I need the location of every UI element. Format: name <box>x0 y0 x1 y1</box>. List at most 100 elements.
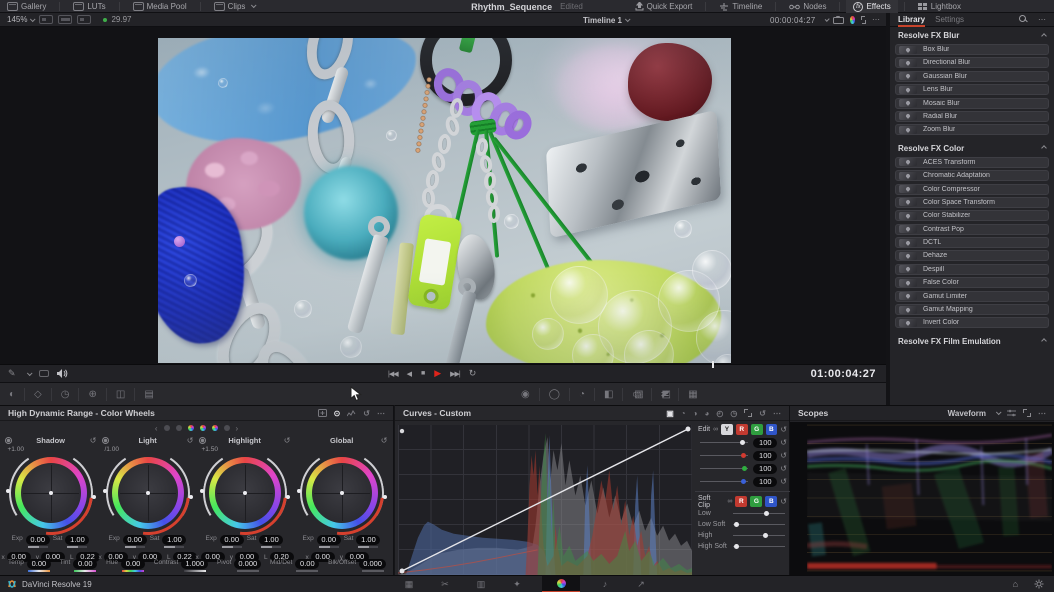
effect-item[interactable]: Color Space Transform <box>895 197 1049 208</box>
adjustment-value[interactable]: 0.00 <box>27 559 51 569</box>
effect-item[interactable]: Mosaic Blur <box>895 98 1049 109</box>
color-wheel-control[interactable] <box>205 453 285 533</box>
color-wheel-control[interactable] <box>108 453 188 533</box>
shape-tool-icon[interactable]: ◯ <box>549 389 560 400</box>
expand-icon[interactable] <box>861 16 866 24</box>
adjustment-value[interactable]: 0.000 <box>234 559 261 569</box>
effect-item[interactable]: Color Stabilizer <box>895 210 1049 221</box>
magnify-tool-icon[interactable]: ⊕ <box>88 389 96 400</box>
reset-icon[interactable]: ↺ <box>759 409 766 418</box>
wheel-disc[interactable] <box>21 463 81 523</box>
effect-item[interactable]: Dehaze <box>895 250 1049 261</box>
zone-icon[interactable] <box>102 437 109 444</box>
effects-button[interactable]: fx Effects <box>846 0 897 13</box>
arc-handle[interactable] <box>6 489 10 493</box>
g-gain-value[interactable]: 100 <box>753 464 777 474</box>
target-icon[interactable]: ⊙ <box>334 409 341 418</box>
arc-handle[interactable] <box>297 489 301 493</box>
low-soft-slider[interactable] <box>733 524 785 525</box>
softclip-r-button[interactable]: R <box>735 496 747 507</box>
arc-handle[interactable] <box>383 495 387 499</box>
pager-dot-active[interactable] <box>212 425 218 431</box>
wheel-reset-icon[interactable]: ↺ <box>187 436 194 445</box>
ab-compare-icon[interactable]: ◫ <box>116 389 125 400</box>
library-more-icon[interactable]: ⋯ <box>1038 16 1046 24</box>
picker-pen-icon[interactable]: ✎ <box>8 369 16 378</box>
pager-dot-active[interactable] <box>200 425 206 431</box>
playhead-marker[interactable] <box>712 361 714 368</box>
pager-next-icon[interactable]: › <box>236 424 239 433</box>
wheel-center-dot[interactable] <box>49 491 53 495</box>
adjustment-value[interactable]: 0.000 <box>359 559 386 569</box>
effect-item[interactable]: Gaussian Blur <box>895 71 1049 82</box>
page-fusion-icon[interactable]: ✦ <box>506 579 528 590</box>
wheel-center-dot[interactable] <box>146 491 150 495</box>
page-cut-icon[interactable]: ✂ <box>434 579 456 590</box>
curve-sat-vs-sat-icon[interactable]: ◷ <box>730 409 737 418</box>
stop-button[interactable]: ■ <box>421 370 425 377</box>
effect-item[interactable]: False Color <box>895 277 1049 288</box>
wheels-tool-icon[interactable]: ◐ <box>9 389 15 400</box>
section-resolve-fx-color[interactable]: Resolve FX Color <box>890 142 1054 155</box>
more-options-icon[interactable]: ⋯ <box>872 16 880 24</box>
hue-ring[interactable] <box>306 457 378 529</box>
channel-y-button[interactable]: Y <box>721 424 733 435</box>
color-wheel-control[interactable] <box>11 453 91 533</box>
curve-lum-vs-sat-icon[interactable]: ◴ <box>716 409 723 418</box>
exp-value[interactable]: 0.00 <box>220 535 244 545</box>
adjustment-value[interactable]: 0.00 <box>121 559 145 569</box>
b-gain-value[interactable]: 100 <box>753 477 777 487</box>
gallery-button[interactable]: Gallery <box>0 0 53 13</box>
zone-icon[interactable] <box>199 437 206 444</box>
effect-item[interactable]: ACES Transform <box>895 157 1049 168</box>
wheel-disc[interactable] <box>312 463 372 523</box>
nodes-button[interactable]: Nodes <box>782 0 833 13</box>
adjustment-value[interactable]: 1.000 <box>181 559 208 569</box>
zoom-level-value[interactable]: 145% <box>7 15 27 24</box>
effect-item[interactable]: Zoom Blur <box>895 124 1049 135</box>
still-grab-icon[interactable] <box>833 16 844 24</box>
difference-mode-icon[interactable]: ◩ <box>662 389 671 400</box>
wheel-center-dot[interactable] <box>340 491 344 495</box>
effect-item[interactable]: Color Compressor <box>895 184 1049 195</box>
tab-settings[interactable]: Settings <box>935 13 964 27</box>
adjustment-value[interactable]: 0.00 <box>295 559 319 569</box>
graph-icon[interactable] <box>347 409 356 417</box>
effect-item[interactable]: Directional Blur <box>895 57 1049 68</box>
b-gain-slider[interactable] <box>700 481 748 482</box>
softclip-g-button[interactable]: G <box>750 496 762 507</box>
curve-handle[interactable] <box>399 568 404 573</box>
tracker-tool-icon[interactable]: ◔ <box>579 389 585 400</box>
media-pool-button[interactable]: Media Pool <box>126 0 194 13</box>
curve-handle[interactable] <box>400 429 404 433</box>
clips-button[interactable]: Clips <box>207 0 263 13</box>
split-screen-icon[interactable]: ◧ <box>604 389 613 400</box>
loop-button[interactable]: ↻ <box>469 368 477 379</box>
sat-value[interactable]: 1.00 <box>162 535 186 545</box>
page-fairlight-icon[interactable]: ♪ <box>594 579 616 589</box>
sat-value[interactable]: 1.00 <box>259 535 283 545</box>
strip-view-icon[interactable]: ▤ <box>144 389 153 400</box>
search-icon[interactable] <box>1019 15 1028 24</box>
effect-item[interactable]: Despill <box>895 264 1049 275</box>
color-wheel-control[interactable] <box>302 453 382 533</box>
high-slider[interactable] <box>733 535 785 536</box>
effect-item[interactable]: DCTL <box>895 237 1049 248</box>
high-soft-slider[interactable] <box>733 546 785 547</box>
arc-handle[interactable] <box>200 489 204 493</box>
scope-settings-icon[interactable] <box>1007 409 1016 417</box>
effect-item[interactable]: Invert Color <box>895 317 1049 328</box>
more-options-icon[interactable]: ⋯ <box>1038 409 1046 418</box>
gallery-still-icon[interactable] <box>39 370 49 377</box>
arc-handle[interactable] <box>189 495 193 499</box>
hue-ring[interactable] <box>15 457 87 529</box>
timeline-timecode[interactable]: 01:00:04:27 <box>811 368 876 380</box>
wheel-disc[interactable] <box>118 463 178 523</box>
softclip-b-button[interactable]: B <box>765 496 777 507</box>
arc-handle[interactable] <box>92 495 96 499</box>
timeline-selector[interactable]: Timeline 1 <box>583 13 629 27</box>
pager-dot[interactable] <box>164 425 170 431</box>
reset-icon[interactable]: ↺ <box>780 477 787 486</box>
viewer-image[interactable] <box>158 38 731 363</box>
zoom-chevron-icon[interactable] <box>30 16 36 22</box>
